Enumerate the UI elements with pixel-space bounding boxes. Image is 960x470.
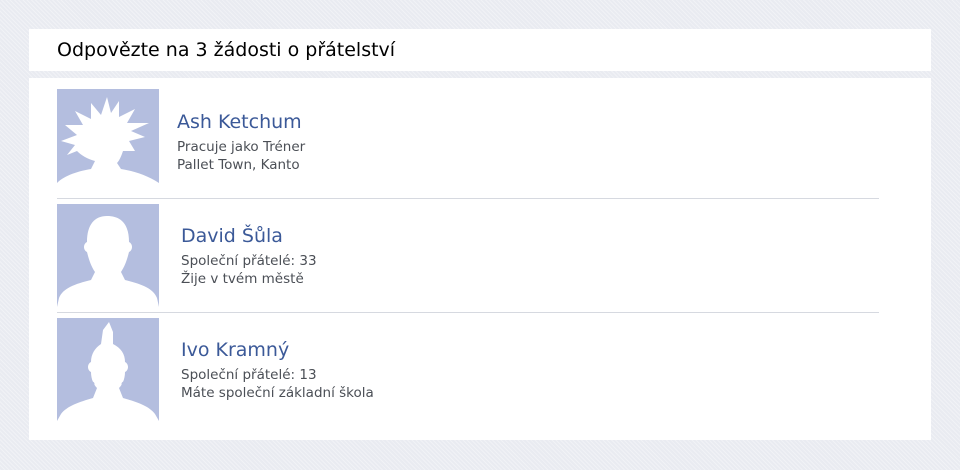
friend-request-item: Ivo Kramný Společní přátelé: 13 Máte spo… bbox=[57, 318, 879, 421]
requester-detail-location: Žije v tvém městě bbox=[181, 271, 304, 287]
requester-name[interactable]: David Šůla bbox=[181, 225, 283, 247]
mohawk-silhouette-icon[interactable] bbox=[57, 318, 159, 421]
spiky-hair-silhouette-icon[interactable] bbox=[57, 89, 159, 192]
friend-requests-panel: Ash Ketchum Pracuje jako Tréner Pallet T… bbox=[29, 78, 931, 440]
person-silhouette-icon[interactable] bbox=[57, 204, 159, 307]
friend-request-item: David Šůla Společní přátelé: 33 Žije v t… bbox=[57, 204, 879, 307]
requester-name[interactable]: Ash Ketchum bbox=[177, 111, 302, 133]
friend-requests-header: Odpovězte na 3 žádosti o přátelství bbox=[29, 29, 931, 71]
divider bbox=[57, 198, 879, 199]
requester-detail-mutual-friends: Společní přátelé: 33 bbox=[181, 253, 317, 269]
divider bbox=[57, 312, 879, 313]
requester-name[interactable]: Ivo Kramný bbox=[181, 339, 289, 361]
requester-detail-school: Máte společní základní škola bbox=[181, 385, 374, 401]
page-title: Odpovězte na 3 žádosti o přátelství bbox=[57, 39, 396, 61]
requester-detail-occupation: Pracuje jako Tréner bbox=[177, 139, 306, 155]
requester-detail-location: Pallet Town, Kanto bbox=[177, 157, 300, 173]
requester-detail-mutual-friends: Společní přátelé: 13 bbox=[181, 367, 317, 383]
friend-request-item: Ash Ketchum Pracuje jako Tréner Pallet T… bbox=[57, 89, 879, 192]
